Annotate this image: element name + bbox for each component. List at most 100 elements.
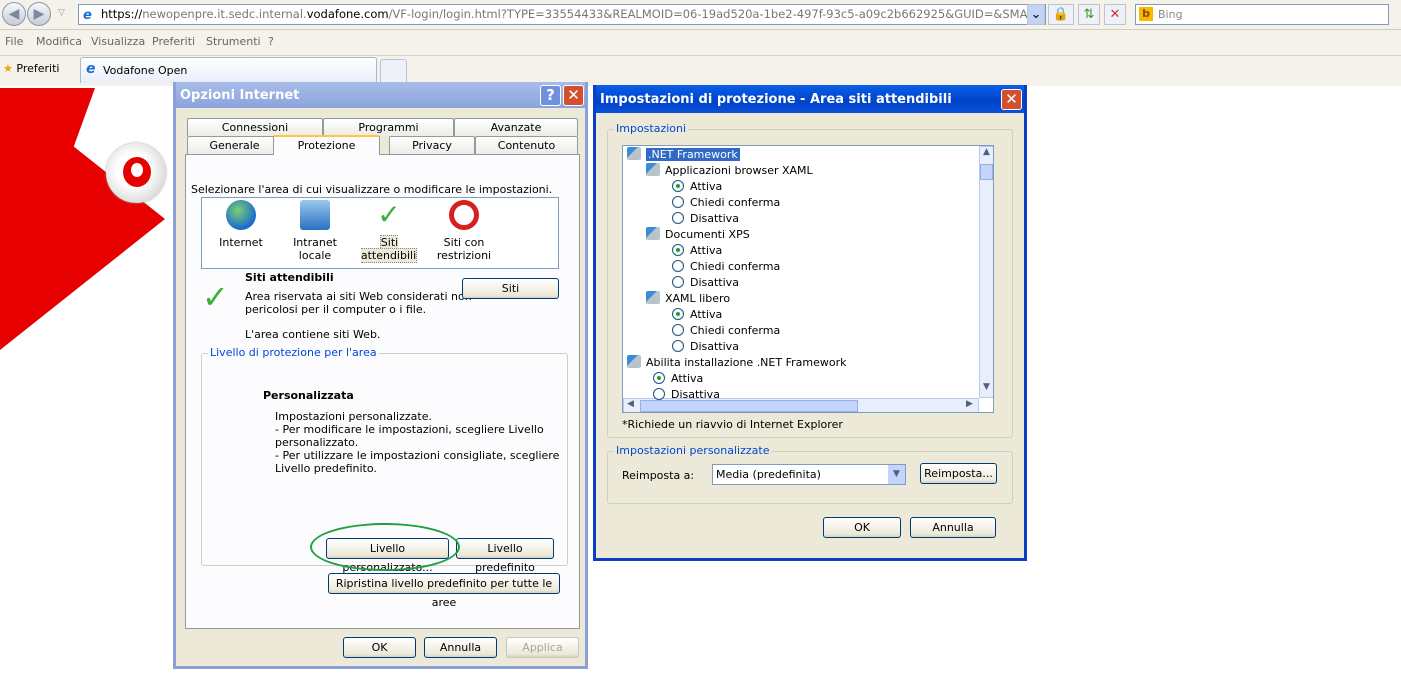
scroll-right-icon[interactable]: ▶ [966,399,973,409]
new-tab-button[interactable] [380,59,407,83]
level-name: Personalizzata [263,389,354,402]
stop-icon[interactable]: ✕ [1104,4,1126,25]
tab-programmi[interactable]: Programmi [323,118,454,136]
tree-option[interactable]: Attiva [672,307,722,323]
tree-option[interactable]: Attiva [672,179,722,195]
browser-tab[interactable]: e Vodafone Open [80,57,377,83]
tab-protezione[interactable]: Protezione [273,135,380,155]
reset-to-select[interactable]: Media (predefinita) ▼ [712,464,906,485]
tree-category[interactable]: XAML libero [646,291,730,307]
ok-button[interactable]: OK [343,637,416,658]
setting-category-icon [627,355,641,368]
ok-button[interactable]: OK [823,517,901,538]
tree-label: Attiva [690,308,723,321]
favorites-button[interactable]: ★ Preferiti [3,62,59,75]
help-button[interactable]: ? [540,85,561,106]
address-bar[interactable]: e https://newopenpre.it.sedc.internal.vo… [78,4,1046,25]
radio-button[interactable] [672,276,684,288]
tree-option[interactable]: Disattiva [672,339,739,355]
vodafone-logo [106,143,166,203]
forward-button[interactable]: ▶ [27,2,51,26]
sites-button[interactable]: Siti [462,278,559,299]
scroll-down-icon[interactable]: ▼ [980,382,993,397]
tree-label: Documenti XPS [665,228,750,241]
radio-button[interactable] [653,372,665,384]
tab-title: Vodafone Open [103,64,188,77]
group-label: Livello di protezione per l'area [208,346,379,359]
address-dropdown-icon[interactable]: ⌄ [1027,4,1045,25]
radio-button[interactable] [672,180,684,192]
scroll-up-icon[interactable]: ▲ [980,147,993,162]
tree-option[interactable]: Chiedi conferma [672,195,780,211]
scroll-thumb[interactable] [980,164,993,180]
menu-strumenti[interactable]: Strumenti [206,35,261,48]
tree-category[interactable]: Documenti XPS [646,227,750,243]
reset-all-zones-button[interactable]: Ripristina livello predefinito per tutte… [328,573,560,609]
menu-file[interactable]: File [5,35,23,48]
settings-tree[interactable]: ▲ ▼ ◀ ▶ .NET Framework Applicazioni brows… [622,145,994,413]
search-input[interactable]: b Bing [1135,4,1389,25]
vertical-scrollbar[interactable]: ▲ ▼ [979,146,993,398]
menu-modifica[interactable]: Modifica [36,35,82,48]
tab-connessioni[interactable]: Connessioni [187,118,323,136]
tree-option[interactable]: Chiedi conferma [672,323,780,339]
default-level-button[interactable]: Livello predefinito [456,538,554,574]
menu-visualizza[interactable]: Visualizza [91,35,145,48]
tree-category[interactable]: Abilita installazione .NET Framework [627,355,846,371]
tree-option[interactable]: Disattiva [672,275,739,291]
radio-button[interactable] [672,324,684,336]
restart-note: *Richiede un riavvio di Internet Explore… [622,418,843,431]
url-prefix: https:// [101,7,143,21]
dialog-title-bar: Impostazioni di protezione - Area siti a… [596,85,1024,113]
refresh-icon[interactable]: ⇅ [1078,4,1100,25]
radio-button[interactable] [653,388,665,400]
tab-avanzate[interactable]: Avanzate [454,118,578,136]
zone-internet[interactable]: Internet [206,200,276,249]
cancel-button[interactable]: Annulla [424,637,497,658]
history-dropdown-icon[interactable]: ▽ [58,8,65,18]
tree-option[interactable]: Attiva [672,243,722,259]
tab-privacy[interactable]: Privacy [389,136,475,154]
tree-option[interactable]: Attiva [653,371,703,387]
radio-button[interactable] [672,260,684,272]
zone-restricted[interactable]: Siti con restrizioni [429,200,499,262]
url-host: newopenpre.it.sedc.internal. [142,7,307,21]
tree-option[interactable]: Disattiva [653,387,720,403]
chevron-down-icon[interactable]: ▼ [888,465,905,484]
radio-button[interactable] [672,340,684,352]
close-button[interactable]: ✕ [563,85,584,106]
radio-button[interactable] [672,308,684,320]
tree-option[interactable]: Chiedi conferma [672,259,780,275]
radio-button[interactable] [672,244,684,256]
zone-label: Intranet locale [293,236,337,262]
zone-intranet[interactable]: Intranet locale [280,200,350,262]
tree-category[interactable]: .NET Framework [627,147,740,163]
search-placeholder: Bing [1158,8,1183,21]
highlight-ellipse [310,523,460,571]
apply-button[interactable]: Applica [506,637,579,658]
zone-desc: Area riservata ai siti Web considerati n… [245,290,472,303]
tab-generale[interactable]: Generale [187,136,282,154]
back-button[interactable]: ◀ [2,2,26,26]
browser-chrome: ◀ ▶ ▽ e https://newopenpre.it.sedc.inter… [0,0,1401,86]
reset-button[interactable]: Reimposta... [920,463,997,484]
radio-button[interactable] [672,196,684,208]
menu-help[interactable]: ? [268,35,274,48]
lock-icon[interactable]: 🔒 [1048,4,1074,25]
select-value: Media (predefinita) [716,468,821,481]
scroll-left-icon[interactable]: ◀ [627,399,634,409]
tab-strip: Connessioni Programmi Avanzate Generale … [184,118,578,156]
tree-category[interactable]: Applicazioni browser XAML [646,163,813,179]
zone-trusted[interactable]: ✓ Siti attendibili [354,200,424,263]
url-domain: vodafone.com [306,7,389,21]
cancel-button[interactable]: Annulla [910,517,996,538]
tree-label: Attiva [690,180,723,193]
zone-label: Siti attendibili [360,235,418,263]
tree-option[interactable]: Disattiva [672,211,739,227]
tab-contenuto[interactable]: Contenuto [475,136,578,154]
zone-list: Internet Intranet locale ✓ Siti attendibi… [201,197,559,269]
menu-preferiti[interactable]: Preferiti [152,35,195,48]
zone-contains: L'area contiene siti Web. [245,328,381,341]
close-button[interactable]: ✕ [1001,89,1022,110]
radio-button[interactable] [672,212,684,224]
